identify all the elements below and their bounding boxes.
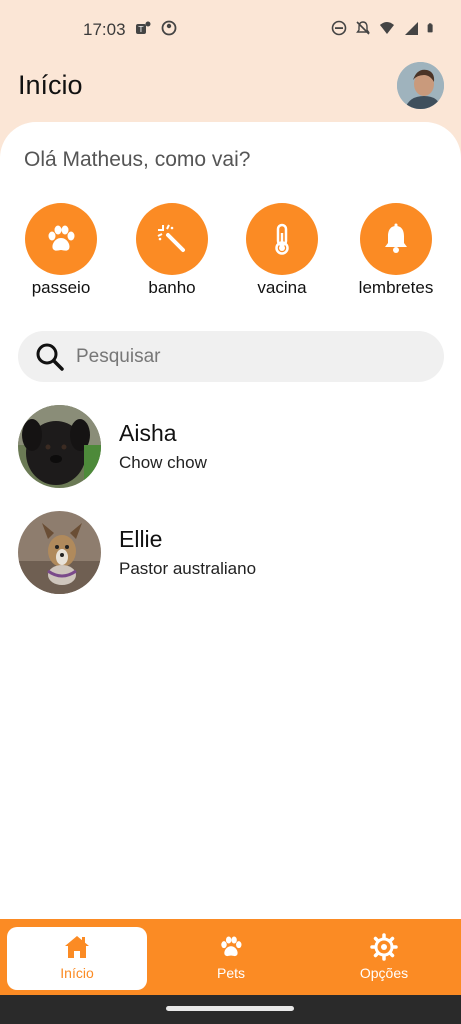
action-label: lembretes — [358, 278, 434, 297]
action-label: banho — [148, 278, 196, 297]
action-passeio[interactable]: passeio — [6, 203, 116, 298]
pet-breed: Pastor australiano — [119, 558, 257, 578]
search-icon — [36, 343, 64, 371]
gear-icon — [370, 933, 398, 961]
search-input[interactable] — [76, 345, 406, 368]
user-avatar-image — [397, 62, 444, 109]
magic-wand-icon — [157, 224, 185, 252]
action-lembretes[interactable]: lembretes — [341, 203, 451, 298]
teams-icon: T — [136, 21, 151, 34]
list-item-pet-ellie[interactable]: Ellie Pastor australiano — [18, 510, 438, 594]
home-icon — [65, 936, 89, 958]
nav-label: Pets — [216, 965, 245, 981]
paw-icon — [221, 936, 242, 957]
status-right-icons — [331, 20, 437, 36]
thermometer-icon — [275, 223, 289, 255]
app-icon — [161, 20, 177, 36]
svg-text:T: T — [138, 25, 144, 34]
battery-icon — [427, 23, 433, 33]
list-item-pet-aisha[interactable]: Aisha Chow chow — [18, 404, 438, 488]
nav-item-opcoes[interactable]: Opções — [314, 927, 454, 990]
page-title: Início — [18, 70, 83, 100]
status-time: 17:03 — [83, 20, 126, 39]
action-vacina[interactable]: vacina — [227, 203, 337, 298]
action-label: passeio — [31, 278, 91, 297]
home-gesture-pill[interactable] — [166, 1006, 294, 1011]
action-circle — [25, 203, 97, 275]
avatar[interactable] — [397, 62, 444, 109]
bottom-nav: Início Pets Opções — [0, 919, 461, 995]
action-circle — [136, 203, 208, 275]
paw-icon — [48, 225, 75, 251]
mute-icon — [356, 21, 370, 35]
signal-icon — [405, 22, 418, 35]
dnd-icon — [331, 20, 347, 36]
nav-label: Início — [60, 965, 94, 981]
system-nav-bar — [0, 995, 461, 1024]
pet-text: Ellie Pastor australiano — [119, 526, 256, 579]
pet-breed: Chow chow — [119, 452, 207, 472]
pet-photo — [18, 404, 101, 488]
bell-icon — [385, 223, 407, 253]
action-circle — [246, 203, 318, 275]
action-label: vacina — [257, 278, 307, 297]
status-bar: 17:03 T — [0, 0, 461, 60]
pet-name: Ellie — [119, 525, 163, 552]
nav-item-pets[interactable]: Pets — [161, 927, 301, 990]
status-left-icons: T — [135, 20, 177, 36]
greeting-text: Olá Matheus, como vai? — [24, 148, 251, 171]
pet-photo — [18, 510, 101, 594]
nav-item-inicio[interactable]: Início — [7, 927, 147, 990]
action-banho[interactable]: banho — [117, 203, 227, 298]
action-circle — [360, 203, 432, 275]
wifi-icon — [380, 22, 394, 34]
pet-text: Aisha Chow chow — [119, 420, 207, 473]
nav-label: Opções — [359, 965, 409, 981]
search-bar[interactable] — [18, 331, 444, 382]
pet-name: Aisha — [119, 419, 177, 446]
